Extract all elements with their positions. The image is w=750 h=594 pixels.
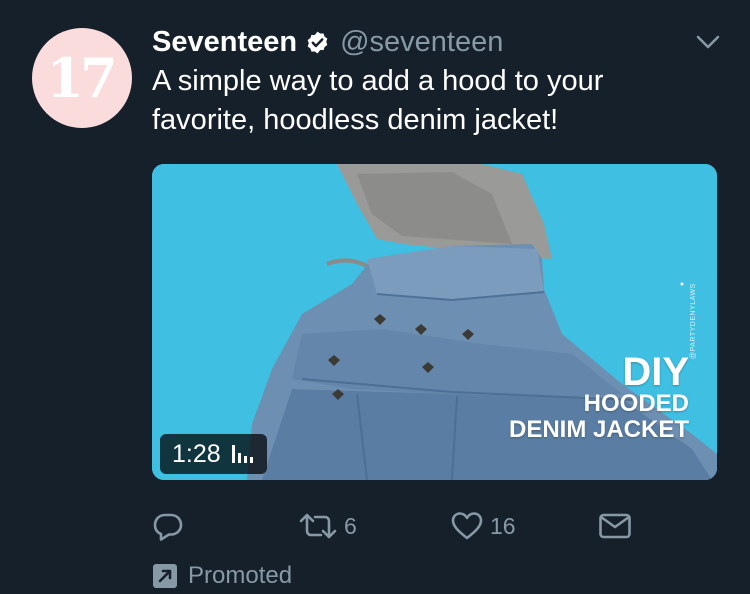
reply-button[interactable] <box>152 508 190 544</box>
promoted-arrow-icon <box>153 564 177 588</box>
author-name[interactable]: Seventeen <box>152 26 297 59</box>
direct-message-icon <box>599 513 631 539</box>
direct-message-button[interactable] <box>598 508 632 544</box>
tweet[interactable]: 17 Seventeen @seventeen A simple way to … <box>0 0 750 594</box>
sound-bars-icon <box>231 445 253 463</box>
chevron-down-icon[interactable] <box>695 33 721 51</box>
author-handle[interactable]: @seventeen <box>340 26 503 59</box>
tweet-text: A simple way to add a hood to your favor… <box>152 62 732 140</box>
tweet-actions: 6 16 <box>152 508 642 544</box>
overlay-line-1: DIY <box>622 350 689 394</box>
like-icon <box>451 512 483 540</box>
tweet-header: Seventeen @seventeen <box>152 22 503 62</box>
like-button[interactable]: 16 <box>450 508 516 544</box>
video-duration: 1:28 <box>172 439 221 468</box>
tweet-text-line-2: favorite, hoodless denim jacket! <box>152 104 559 136</box>
retweet-count: 6 <box>344 512 357 539</box>
retweet-button[interactable]: 6 <box>298 508 357 544</box>
reply-icon <box>153 513 183 541</box>
retweet-icon <box>299 513 337 539</box>
video-watermark: @PARTYDENYLAWS <box>690 283 697 359</box>
avatar[interactable]: 17 <box>32 28 132 128</box>
verified-badge-icon <box>307 31 328 53</box>
overlay-line-2: HOODED <box>583 390 689 417</box>
video-overlay-title: DIY HOODED DENIM JACKET <box>509 352 689 442</box>
video-duration-badge: 1:28 <box>160 434 267 474</box>
promoted-label: Promoted <box>188 562 293 589</box>
overlay-line-3: DENIM JACKET <box>508 416 689 443</box>
video-thumbnail[interactable]: @PARTYDENYLAWS DIY HOODED DENIM JACKET 1… <box>152 164 717 480</box>
promoted-indicator: Promoted <box>152 562 292 590</box>
like-count: 16 <box>490 512 516 539</box>
avatar-text: 17 <box>46 46 117 110</box>
tweet-text-line-1: A simple way to add a hood to your <box>152 65 604 97</box>
